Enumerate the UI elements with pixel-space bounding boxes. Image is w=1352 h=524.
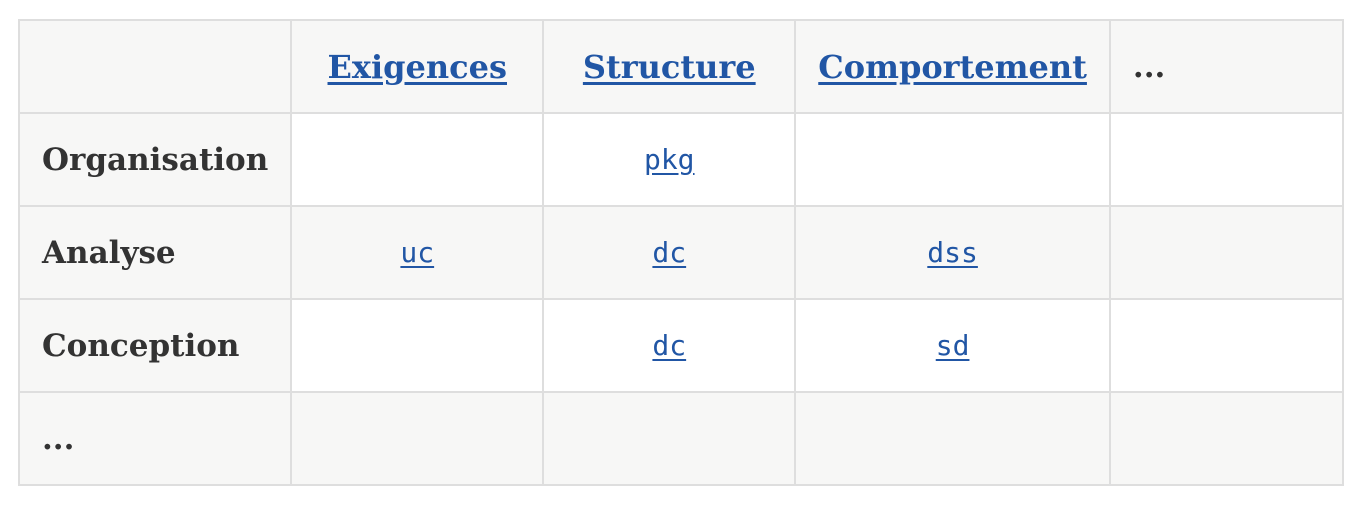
- diagram-link[interactable]: sd: [936, 329, 970, 362]
- table-cell: sd: [794, 298, 1111, 393]
- table-row: ...: [17, 391, 1344, 486]
- column-header: Comportement: [794, 19, 1111, 114]
- table-row: Conception dc sd: [17, 298, 1344, 393]
- diagram-matrix-table: Exigences Structure Comportement ... Org…: [17, 19, 1344, 486]
- diagram-link[interactable]: dc: [652, 236, 686, 269]
- row-header-more: ...: [17, 391, 293, 486]
- corner-cell: [17, 19, 293, 114]
- table-cell: dc: [542, 298, 797, 393]
- table-row: Organisation pkg: [17, 112, 1344, 207]
- column-link-comportement[interactable]: Comportement: [818, 48, 1087, 86]
- header-row: Exigences Structure Comportement ...: [17, 19, 1344, 114]
- column-link-exigences[interactable]: Exigences: [328, 48, 507, 86]
- table-cell: [542, 391, 797, 486]
- table-cell: dc: [542, 205, 797, 300]
- diagram-link[interactable]: uc: [400, 236, 434, 269]
- column-header: Structure: [542, 19, 797, 114]
- column-link-structure[interactable]: Structure: [583, 48, 756, 86]
- diagram-link[interactable]: pkg: [644, 143, 695, 176]
- row-header: Conception: [17, 298, 293, 393]
- table-cell: [1108, 205, 1344, 300]
- table-cell: pkg: [542, 112, 797, 207]
- column-header: Exigences: [290, 19, 545, 114]
- row-header: Organisation: [17, 112, 293, 207]
- table-cell: [1108, 298, 1344, 393]
- table-cell: [290, 391, 545, 486]
- table-row: Analyse uc dc dss: [17, 205, 1344, 300]
- table-cell: uc: [290, 205, 545, 300]
- table-cell: [290, 298, 545, 393]
- table-cell: [1108, 112, 1344, 207]
- table-cell: [1108, 391, 1344, 486]
- diagram-link[interactable]: dc: [652, 329, 686, 362]
- table-cell: [290, 112, 545, 207]
- column-header-more: ...: [1108, 19, 1344, 114]
- row-header: Analyse: [17, 205, 293, 300]
- table-cell: [794, 112, 1111, 207]
- table-cell: dss: [794, 205, 1111, 300]
- diagram-link[interactable]: dss: [927, 236, 978, 269]
- table-cell: [794, 391, 1111, 486]
